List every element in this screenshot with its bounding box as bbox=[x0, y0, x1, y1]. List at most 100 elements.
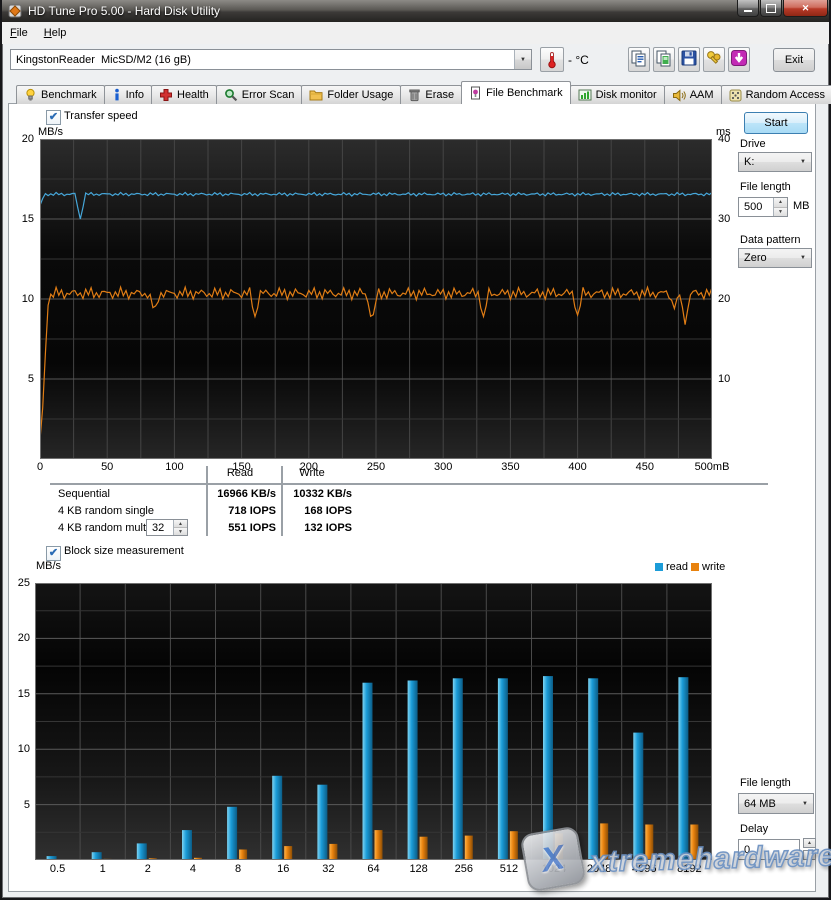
y-tick: 25 bbox=[4, 577, 30, 589]
download-icon bbox=[730, 49, 748, 70]
write-bar bbox=[645, 825, 653, 861]
tab-info[interactable]: Info bbox=[104, 85, 152, 104]
thread-count-spinner[interactable]: 32▲▼ bbox=[146, 519, 188, 536]
tab-label: Erase bbox=[425, 89, 454, 101]
data-pattern-select[interactable]: Zero ▼ bbox=[738, 248, 812, 268]
x-cat-label: 2 bbox=[126, 863, 170, 875]
yleft-tick: 10 bbox=[8, 293, 34, 305]
drive-select[interactable]: K: ▼ bbox=[738, 152, 812, 172]
temperature-button[interactable] bbox=[540, 47, 564, 72]
page-icon bbox=[469, 86, 482, 100]
tab-folder-usage[interactable]: Folder Usage bbox=[301, 85, 401, 104]
title-bar[interactable]: HD Tune Pro 5.00 - Hard Disk Utility bbox=[2, 0, 829, 22]
copy-image-button[interactable] bbox=[653, 47, 675, 72]
device-selector-value: KingstonReader MicSD/M2 (16 gB) bbox=[11, 54, 514, 66]
read-bar bbox=[92, 852, 102, 860]
close-button[interactable]: ✕ bbox=[783, 0, 828, 17]
minimize-button[interactable] bbox=[737, 0, 759, 17]
delay-field[interactable]: 0 bbox=[738, 839, 800, 860]
device-selector[interactable]: KingstonReader MicSD/M2 (16 gB) ▼ bbox=[10, 49, 532, 70]
save-icon bbox=[680, 49, 698, 70]
read-bar bbox=[498, 678, 508, 860]
tab-file-benchmark[interactable]: File Benchmark bbox=[461, 81, 570, 104]
drive-label: Drive bbox=[740, 138, 766, 150]
chart-legend: readwrite bbox=[655, 561, 725, 573]
tab-disk-monitor[interactable]: Disk monitor bbox=[570, 85, 665, 104]
tab-label: Error Scan bbox=[242, 89, 295, 101]
read-bar bbox=[182, 830, 192, 860]
read-bar bbox=[633, 733, 643, 860]
magnifier-icon bbox=[224, 88, 238, 102]
col-header-write: Write bbox=[284, 467, 340, 479]
read-bar bbox=[363, 683, 373, 860]
tab-health[interactable]: Health bbox=[151, 85, 217, 104]
delay-down-button[interactable]: ▼ bbox=[803, 850, 816, 860]
col-header-read: Read bbox=[205, 467, 275, 479]
window-title: HD Tune Pro 5.00 - Hard Disk Utility bbox=[28, 4, 220, 18]
y-tick: 20 bbox=[4, 632, 30, 644]
delay-up-button[interactable]: ▲ bbox=[803, 838, 816, 848]
x-tick: 300 bbox=[421, 461, 465, 473]
spin-down-icon: ▼ bbox=[774, 207, 787, 217]
x-cat-label: 2048 bbox=[577, 863, 621, 875]
x-tick: 500mB bbox=[690, 461, 734, 473]
speaker-icon bbox=[672, 89, 686, 102]
bottom-chart-y-title: MB/s bbox=[36, 560, 61, 572]
write-bar bbox=[465, 836, 473, 860]
read-bar bbox=[543, 676, 553, 860]
write-value: 10332 KB/s bbox=[288, 488, 352, 500]
tab-label: Random Access bbox=[746, 89, 825, 101]
maximize-button[interactable] bbox=[760, 0, 782, 17]
x-cat-label: 256 bbox=[442, 863, 486, 875]
block-size-chart bbox=[35, 583, 712, 860]
thermometer-icon bbox=[545, 51, 559, 69]
tab-erase[interactable]: Erase bbox=[400, 85, 462, 104]
read-legend-swatch bbox=[655, 563, 663, 571]
read-value: 16966 KB/s bbox=[130, 488, 276, 500]
write-bar bbox=[239, 850, 247, 861]
tab-error-scan[interactable]: Error Scan bbox=[216, 85, 303, 104]
keys-button[interactable] bbox=[703, 47, 725, 72]
top-chart-yleft-title: MB/s bbox=[38, 126, 63, 138]
copy-text-button[interactable] bbox=[628, 47, 650, 72]
save-button[interactable] bbox=[678, 47, 700, 72]
app-icon bbox=[8, 4, 22, 18]
yright-tick: 10 bbox=[718, 373, 742, 385]
tab-aam[interactable]: AAM bbox=[664, 85, 722, 104]
legend-label: read bbox=[666, 561, 688, 573]
write-bar bbox=[690, 825, 698, 861]
tab-label: File Benchmark bbox=[486, 87, 562, 99]
block-size-checkbox[interactable]: ✔ bbox=[46, 546, 61, 561]
download-button[interactable] bbox=[728, 47, 750, 72]
file-length2-select[interactable]: 64 MB ▼ bbox=[738, 793, 814, 814]
read-value: 718 IOPS bbox=[130, 505, 276, 517]
x-tick: 350 bbox=[488, 461, 532, 473]
tab-label: Info bbox=[126, 89, 144, 101]
x-cat-label: 64 bbox=[352, 863, 396, 875]
menu-bar: FileHelp bbox=[2, 22, 829, 44]
transfer-speed-checkbox[interactable]: ✔ bbox=[46, 110, 61, 125]
tab-label: Health bbox=[177, 89, 209, 101]
tab-strip: Benchmark Info Health Error Scan Folder Usag… bbox=[16, 81, 831, 104]
yleft-tick: 20 bbox=[8, 133, 34, 145]
start-button[interactable]: Start bbox=[744, 112, 808, 134]
write-value: 168 IOPS bbox=[288, 505, 352, 517]
tab-label: Benchmark bbox=[41, 89, 97, 101]
spin-up-icon: ▲ bbox=[774, 198, 787, 207]
bulb-icon bbox=[24, 88, 37, 102]
exit-button[interactable]: Exit bbox=[773, 48, 815, 72]
tab-random-access[interactable]: Random Access bbox=[721, 85, 831, 104]
x-tick: 250 bbox=[354, 461, 398, 473]
menu-item-help[interactable]: Help bbox=[36, 24, 75, 42]
x-cat-label: 4 bbox=[171, 863, 215, 875]
x-tick: 50 bbox=[85, 461, 129, 473]
health-icon bbox=[159, 88, 173, 102]
write-bar bbox=[600, 823, 608, 860]
block-size-label: Block size measurement bbox=[64, 545, 184, 557]
menu-item-file[interactable]: File bbox=[2, 24, 36, 42]
transfer-speed-chart bbox=[40, 139, 712, 459]
file-length-spinner[interactable]: 500 ▲▼ bbox=[738, 197, 788, 217]
tab-benchmark[interactable]: Benchmark bbox=[16, 85, 105, 104]
read-bar bbox=[137, 843, 147, 860]
x-tick: 400 bbox=[556, 461, 600, 473]
